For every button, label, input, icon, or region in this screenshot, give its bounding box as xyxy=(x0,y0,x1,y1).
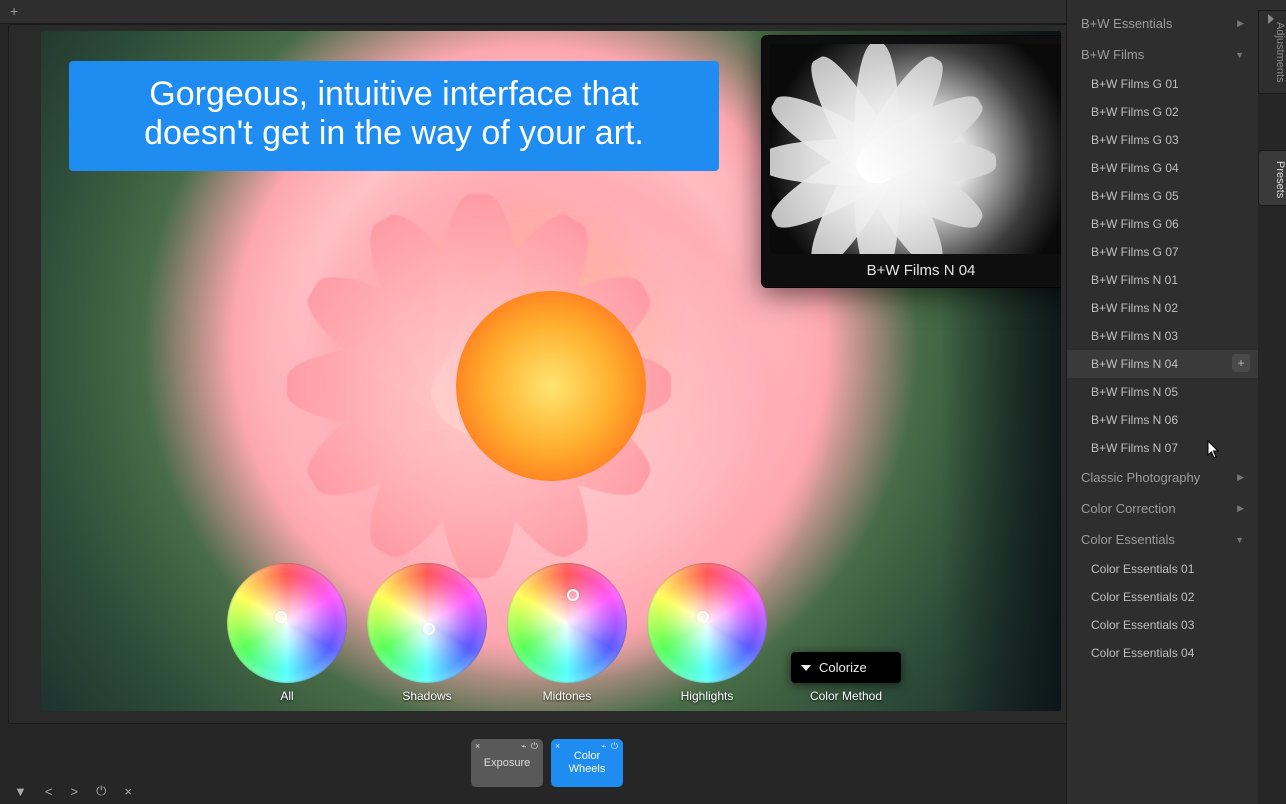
chip-controls-icon[interactable]: ⌁ ⏻ xyxy=(521,741,539,751)
preset-item[interactable]: B+W Films N 07 xyxy=(1067,434,1258,462)
close-icon[interactable]: × xyxy=(124,784,132,799)
color-method-value: Colorize xyxy=(819,660,867,675)
color-method-column: Colorize Color Method xyxy=(791,652,901,703)
category-bw-films[interactable]: B+W Films ▼ xyxy=(1067,39,1258,70)
tab-presets[interactable]: Presets xyxy=(1258,150,1286,206)
preset-preview-popover: B+W Films N 04 xyxy=(761,35,1061,288)
category-classic-photography[interactable]: Classic Photography ▶ xyxy=(1067,462,1258,493)
canvas[interactable]: Gorgeous, intuitive interface that doesn… xyxy=(41,31,1061,711)
tab-presets-label: Presets xyxy=(1274,161,1286,198)
category-bw-essentials[interactable]: B+W Essentials ▶ xyxy=(1067,8,1258,39)
preset-item[interactable]: B+W Films N 06 xyxy=(1067,406,1258,434)
preset-item[interactable]: Color Essentials 02 xyxy=(1067,583,1258,611)
color-essentials-list: Color Essentials 01Color Essentials 02Co… xyxy=(1067,555,1258,667)
preset-item[interactable]: Color Essentials 01 xyxy=(1067,555,1258,583)
color-wheel[interactable] xyxy=(647,563,767,683)
preset-item[interactable]: B+W Films N 05 xyxy=(1067,378,1258,406)
color-wheel-highlights: Highlights xyxy=(647,563,767,703)
color-wheel-handle[interactable] xyxy=(275,611,287,623)
preset-item[interactable]: Color Essentials 04 xyxy=(1067,639,1258,667)
color-wheel-label: Highlights xyxy=(681,689,734,703)
canvas-container: Gorgeous, intuitive interface that doesn… xyxy=(8,24,1078,724)
category-color-essentials[interactable]: Color Essentials ▼ xyxy=(1067,524,1258,555)
triangle-down-icon xyxy=(801,665,811,671)
bw-films-list: B+W Films G 01B+W Films G 02B+W Films G … xyxy=(1067,70,1258,462)
next-icon[interactable]: > xyxy=(70,784,78,799)
category-label: Color Correction xyxy=(1081,501,1176,516)
triangle-right-icon: ▶ xyxy=(1237,472,1244,483)
color-method-dropdown[interactable]: Colorize xyxy=(791,652,901,683)
tab-adjustments[interactable]: Adjustments xyxy=(1258,10,1286,94)
color-wheel-label: Shadows xyxy=(402,689,451,703)
color-wheel-label: All xyxy=(280,689,293,703)
category-label: B+W Essentials xyxy=(1081,16,1172,31)
preset-preview-image xyxy=(770,44,1061,254)
color-wheel[interactable] xyxy=(367,563,487,683)
presets-sidebar: B+W Essentials ▶ B+W Films ▼ B+W Films G… xyxy=(1066,0,1258,804)
color-wheels-row: AllShadowsMidtonesHighlightsColorizeColo… xyxy=(227,563,901,703)
color-wheel-shadows: Shadows xyxy=(367,563,487,703)
chip-close-icon[interactable]: × xyxy=(475,741,480,751)
category-label: Color Essentials xyxy=(1081,532,1175,547)
adjustment-chips-strip: × ⌁ ⏻ Exposure × ⌁ ⏻ Color Wheels xyxy=(8,728,1086,798)
preset-item[interactable]: Color Essentials 03 xyxy=(1067,611,1258,639)
preset-preview-label: B+W Films N 04 xyxy=(770,262,1061,279)
preset-item[interactable]: B+W Films G 02 xyxy=(1067,98,1258,126)
preset-item[interactable]: B+W Films N 04+ xyxy=(1067,350,1258,378)
marketing-callout: Gorgeous, intuitive interface that doesn… xyxy=(69,61,719,171)
tab-adjustments-label: Adjustments xyxy=(1274,22,1286,83)
callout-line-1: Gorgeous, intuitive interface that xyxy=(95,75,693,114)
triangle-right-icon: ▶ xyxy=(1237,18,1244,29)
color-method-label: Color Method xyxy=(810,689,882,703)
category-label: Classic Photography xyxy=(1081,470,1200,485)
add-preset-icon[interactable]: + xyxy=(1232,354,1250,372)
color-wheel-midtones: Midtones xyxy=(507,563,627,703)
preset-item[interactable]: B+W Films G 04 xyxy=(1067,154,1258,182)
triangle-right-icon: ▶ xyxy=(1237,503,1244,514)
category-color-correction[interactable]: Color Correction ▶ xyxy=(1067,493,1258,524)
color-wheel-handle[interactable] xyxy=(697,611,709,623)
disclosure-down-icon[interactable]: ▼ xyxy=(14,784,27,799)
triangle-down-icon: ▼ xyxy=(1235,535,1244,545)
preset-item[interactable]: B+W Films G 07 xyxy=(1067,238,1258,266)
chip-color-wheels-label: Color Wheels xyxy=(557,750,617,775)
color-wheel[interactable] xyxy=(507,563,627,683)
chip-exposure-label: Exposure xyxy=(484,757,530,770)
preset-item[interactable]: B+W Films G 03 xyxy=(1067,126,1258,154)
triangle-down-icon: ▼ xyxy=(1235,50,1244,60)
color-wheel-handle[interactable] xyxy=(423,623,435,635)
triangle-right-icon xyxy=(1268,14,1274,24)
preset-item[interactable]: B+W Films N 03 xyxy=(1067,322,1258,350)
color-wheel-all: All xyxy=(227,563,347,703)
preset-item[interactable]: B+W Films N 02 xyxy=(1067,294,1258,322)
chip-close-icon[interactable]: × xyxy=(555,741,560,751)
preset-item[interactable]: B+W Films N 01 xyxy=(1067,266,1258,294)
power-icon[interactable]: ⏻ xyxy=(96,783,106,799)
callout-line-2: doesn't get in the way of your art. xyxy=(95,114,693,153)
preset-item[interactable]: B+W Films G 06 xyxy=(1067,210,1258,238)
bottom-toolbar: ▼ < > ⏻ × xyxy=(8,780,132,802)
color-wheel[interactable] xyxy=(227,563,347,683)
chip-color-wheels[interactable]: × ⌁ ⏻ Color Wheels xyxy=(551,739,623,787)
add-tab-icon[interactable]: + xyxy=(10,3,18,19)
preset-item[interactable]: B+W Films G 01 xyxy=(1067,70,1258,98)
color-wheel-handle[interactable] xyxy=(567,589,579,601)
chip-exposure[interactable]: × ⌁ ⏻ Exposure xyxy=(471,739,543,787)
prev-icon[interactable]: < xyxy=(45,784,53,799)
preset-item[interactable]: B+W Films G 05 xyxy=(1067,182,1258,210)
color-wheel-label: Midtones xyxy=(543,689,592,703)
category-label: B+W Films xyxy=(1081,47,1144,62)
chip-controls-icon[interactable]: ⌁ ⏻ xyxy=(601,741,619,751)
